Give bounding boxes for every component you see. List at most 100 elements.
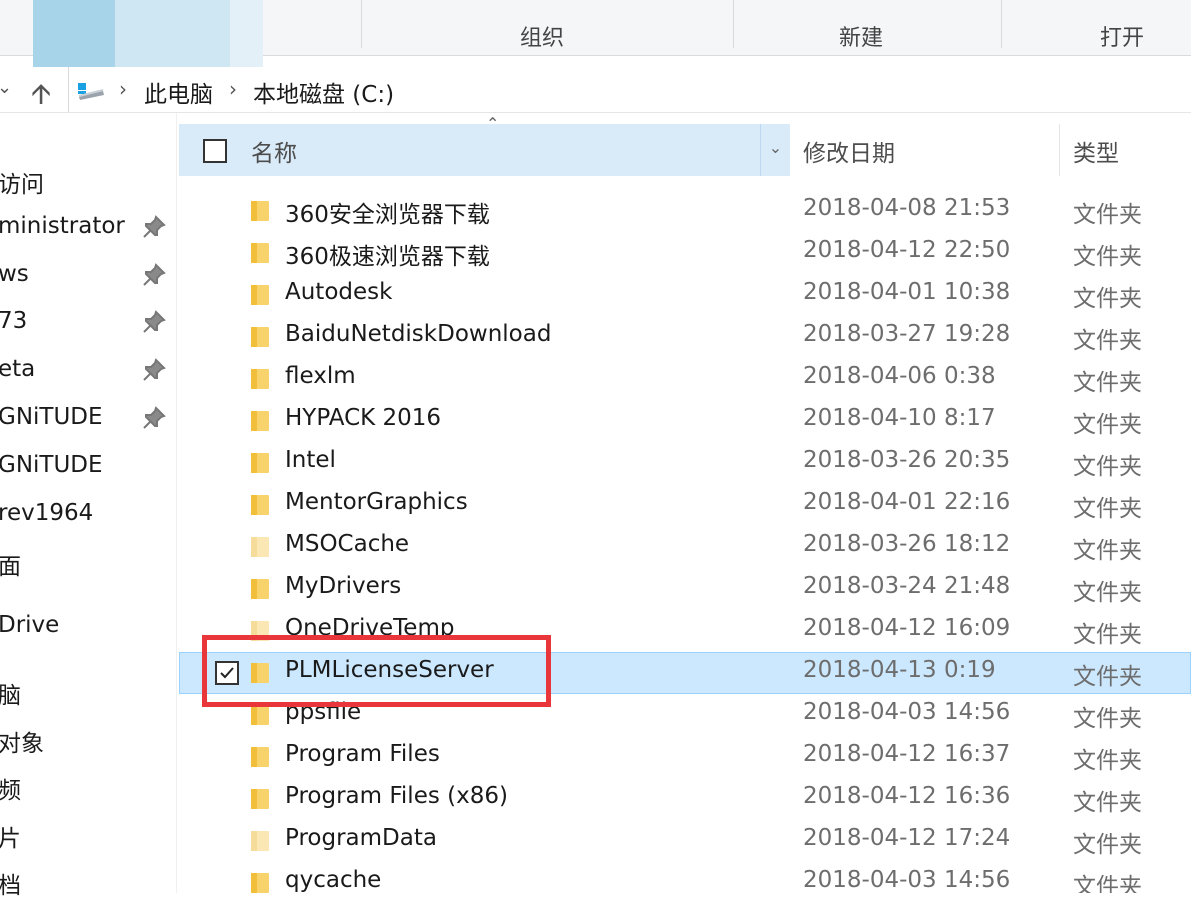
file-name: 360安全浏览器下载 (285, 202, 490, 228)
column-header-name-label: 名称 (251, 141, 297, 167)
file-row[interactable]: Program Files 2018-04-12 16:37 文件夹 (179, 736, 1191, 778)
nav-item-label: eta (0, 356, 36, 382)
pin-icon[interactable] (142, 310, 166, 334)
nav-item-pictures[interactable]: 片 (0, 815, 176, 855)
file-type: 文件夹 (1073, 244, 1142, 270)
file-modified-date: 2018-03-24 21:48 (803, 573, 1011, 599)
nav-item-magnitude-pinned[interactable]: GNiTUDE (0, 400, 176, 440)
file-modified-date: 2018-04-10 8:17 (803, 405, 996, 431)
nav-item-documents[interactable]: 档 (0, 862, 176, 902)
column-header-name[interactable]: 名称 ⌃ ⌄ (179, 114, 790, 176)
file-row[interactable]: Intel 2018-03-26 20:35 文件夹 (179, 442, 1191, 484)
nav-item-label: ws (0, 261, 29, 287)
ribbon-selected-tab[interactable] (33, 0, 115, 67)
nav-item-this-pc[interactable]: 脑 (0, 672, 176, 712)
nav-item-beta[interactable]: eta (0, 352, 176, 392)
file-row[interactable]: MentorGraphics 2018-04-01 22:16 文件夹 (179, 484, 1191, 526)
file-row[interactable]: ProgramData 2018-04-12 17:24 文件夹 (179, 820, 1191, 862)
hidden-folder-icon (251, 537, 269, 557)
pin-icon[interactable] (142, 406, 166, 430)
ribbon-divider (1001, 0, 1002, 48)
file-row[interactable]: HYPACK 2016 2018-04-10 8:17 文件夹 (179, 400, 1191, 442)
breadcrumb-separator-icon[interactable]: › (119, 77, 127, 101)
file-row[interactable]: Program Files (x86) 2018-04-12 16:36 文件夹 (179, 778, 1191, 820)
file-type: 文件夹 (1073, 706, 1142, 732)
file-type: 文件夹 (1073, 538, 1142, 564)
folder-icon (251, 243, 269, 263)
file-modified-date: 2018-04-13 0:19 (803, 657, 996, 683)
nav-item-rev1964[interactable]: rev1964 (0, 496, 176, 536)
nav-item-label: 档 (0, 873, 21, 899)
pin-icon[interactable] (142, 358, 166, 382)
folder-icon (251, 327, 269, 347)
file-row[interactable]: BaiduNetdiskDownload 2018-03-27 19:28 文件… (179, 316, 1191, 358)
file-type: 文件夹 (1073, 412, 1142, 438)
file-modified-date: 2018-04-12 16:37 (803, 741, 1011, 767)
nav-item-label: GNiTUDE (0, 404, 103, 430)
file-type: 文件夹 (1073, 454, 1142, 480)
file-name: 360极速浏览器下载 (285, 244, 490, 270)
folder-icon (251, 579, 269, 599)
pane-divider[interactable] (176, 113, 177, 893)
file-modified-date: 2018-03-26 18:12 (803, 531, 1011, 557)
file-name: MSOCache (285, 531, 410, 557)
file-modified-date: 2018-04-12 22:50 (803, 237, 1011, 263)
pin-icon[interactable] (142, 215, 166, 239)
file-modified-date: 2018-04-12 17:24 (803, 825, 1011, 851)
file-type: 文件夹 (1073, 286, 1142, 312)
file-modified-date: 2018-04-08 21:53 (803, 195, 1011, 221)
folder-icon (251, 873, 269, 893)
select-all-checkbox[interactable] (203, 139, 227, 163)
nav-item-quick-access[interactable]: 访问 (0, 161, 176, 201)
nav-item-administrator[interactable]: ministrator (0, 209, 176, 249)
highlight-annotation-box (202, 635, 551, 707)
nav-item-desktop[interactable]: 面 (0, 543, 176, 583)
file-modified-date: 2018-04-01 22:16 (803, 489, 1011, 515)
file-type: 文件夹 (1073, 790, 1142, 816)
file-type: 文件夹 (1073, 748, 1142, 774)
breadcrumb-this-pc[interactable]: 此电脑 (144, 75, 213, 109)
pin-icon[interactable] (142, 263, 166, 287)
nav-item-73[interactable]: 73 (0, 304, 176, 344)
address-bar[interactable]: › 此电脑 › 本地磁盘 (C:) (68, 67, 1191, 112)
file-name: MentorGraphics (285, 489, 468, 515)
breadcrumb-separator-icon[interactable]: › (229, 77, 237, 101)
file-row[interactable]: qycache 2018-04-03 14:56 文件夹 (179, 862, 1191, 893)
folder-icon (251, 201, 269, 221)
nav-item-onedrive[interactable]: Drive (0, 608, 176, 648)
hidden-folder-icon (251, 831, 269, 851)
column-header-date[interactable]: 修改日期 (803, 134, 895, 168)
column-filter-chevron-icon[interactable]: ⌄ (760, 124, 790, 176)
file-name: MyDrivers (285, 573, 402, 599)
file-row[interactable]: 360安全浏览器下载 2018-04-08 21:53 文件夹 (179, 190, 1191, 232)
file-name: Intel (285, 447, 336, 473)
ribbon-group-open: 打开 (1100, 26, 1145, 51)
file-name: ProgramData (285, 825, 437, 851)
file-row[interactable]: flexlm 2018-04-06 0:38 文件夹 (179, 358, 1191, 400)
ribbon-divider (733, 0, 734, 48)
nav-item-label: 片 (0, 826, 21, 852)
ribbon-divider (361, 0, 362, 48)
ribbon-selected-tab-shade (115, 0, 230, 67)
nav-item-3d-objects[interactable]: 对象 (0, 720, 176, 760)
nav-item-magnitude[interactable]: GNiTUDE (0, 448, 176, 488)
file-row[interactable]: MSOCache 2018-03-26 18:12 文件夹 (179, 526, 1191, 568)
folder-icon (251, 495, 269, 515)
nav-item-windows[interactable]: ws (0, 257, 176, 297)
nav-item-label: 访问 (0, 172, 44, 198)
file-row[interactable]: Autodesk 2018-04-01 10:38 文件夹 (179, 274, 1191, 316)
column-header-type[interactable]: 类型 (1073, 134, 1119, 168)
column-resize-handle[interactable] (1059, 124, 1060, 176)
column-header-row: 名称 ⌃ ⌄ 修改日期 类型 (179, 114, 1191, 176)
address-bar-row: ⌄ 🡩 › 此电脑 › 本地磁盘 (C:) (0, 67, 1191, 113)
recent-locations-chevron-icon[interactable]: ⌄ (0, 77, 12, 98)
folder-icon (251, 411, 269, 431)
file-row[interactable]: MyDrivers 2018-03-24 21:48 文件夹 (179, 568, 1191, 610)
folder-icon (251, 789, 269, 809)
nav-item-videos[interactable]: 频 (0, 767, 176, 807)
sort-ascending-icon: ⌃ (486, 114, 500, 133)
nav-item-label: Drive (0, 612, 60, 638)
folder-icon (251, 285, 269, 305)
breadcrumb-local-disk[interactable]: 本地磁盘 (C:) (253, 75, 394, 109)
file-row[interactable]: 360极速浏览器下载 2018-04-12 22:50 文件夹 (179, 232, 1191, 274)
